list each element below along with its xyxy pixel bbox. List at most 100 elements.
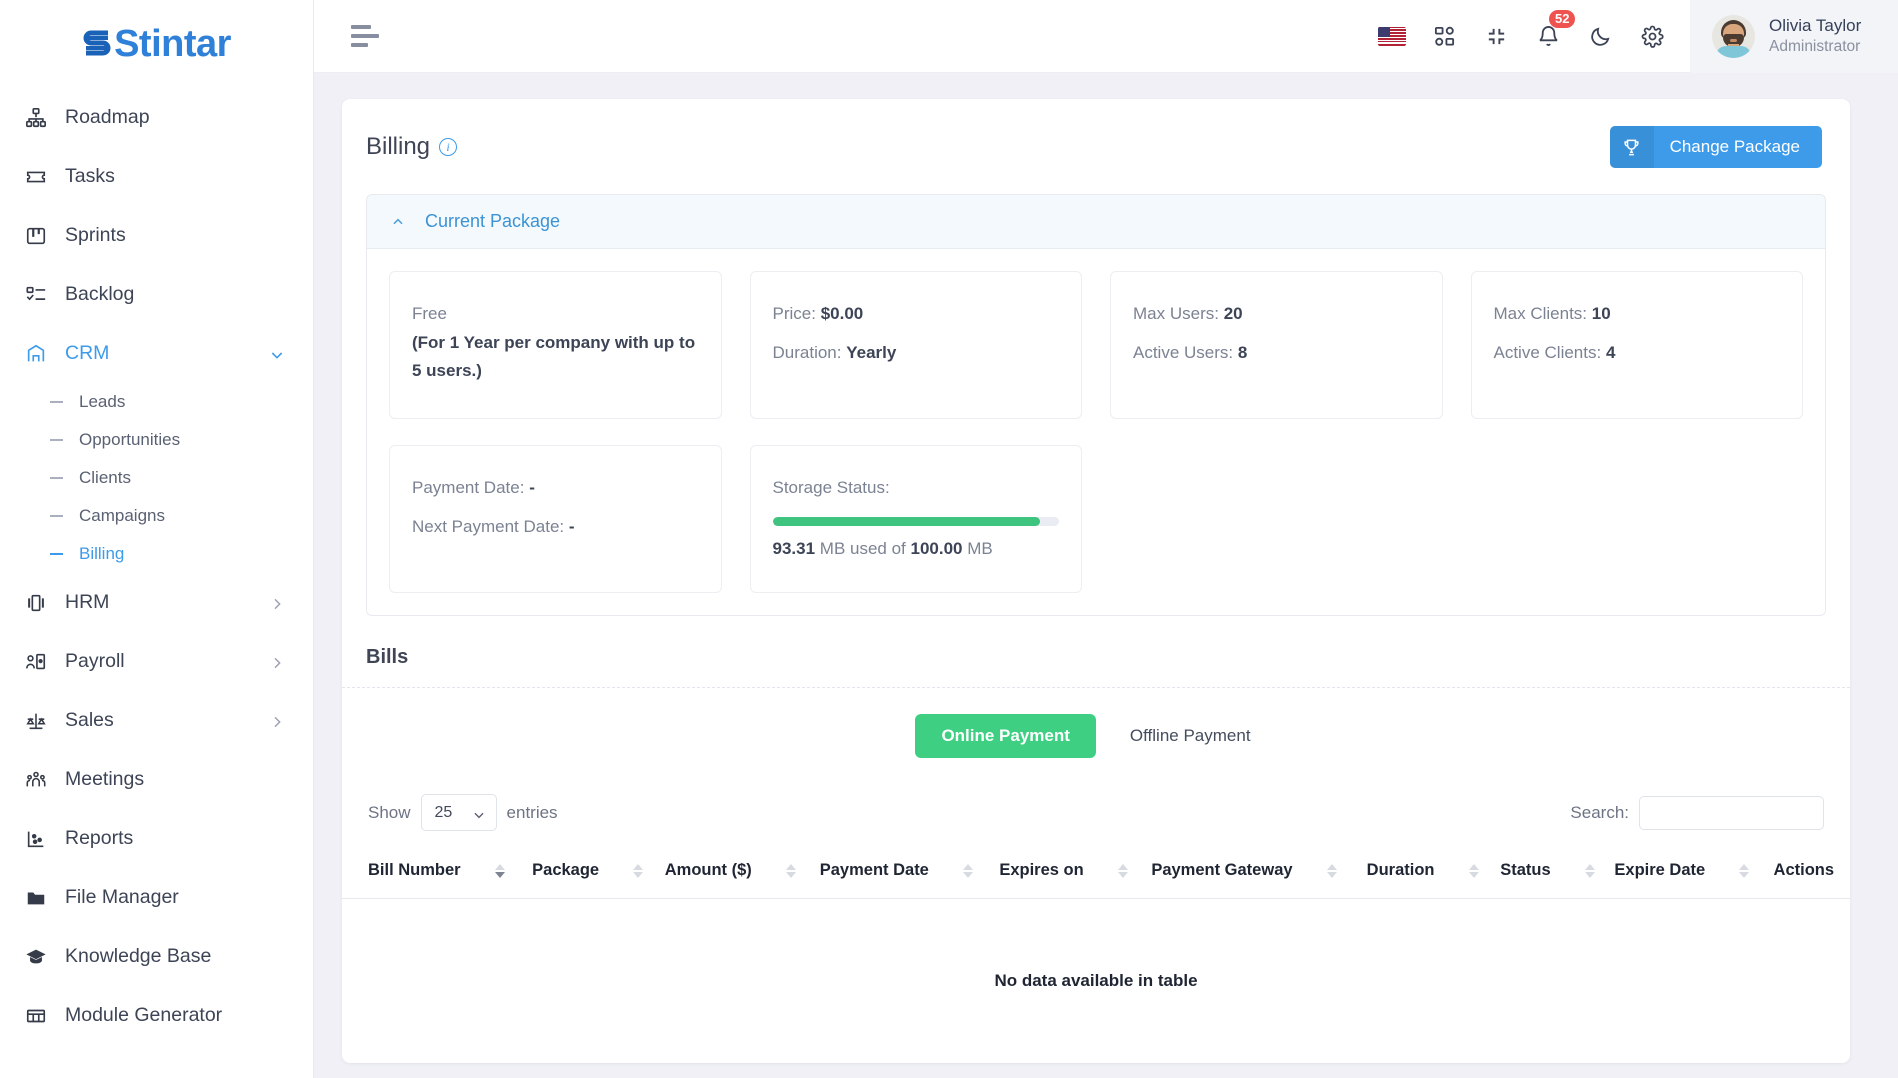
sidebar-subitem-label: Opportunities	[79, 430, 181, 449]
sidebar-item-label: Knowledge Base	[65, 945, 212, 967]
column-bill-number[interactable]: Bill Number	[342, 843, 533, 899]
language-selector[interactable]	[1366, 0, 1418, 73]
sidebar-item-label: File Manager	[65, 886, 179, 908]
sort-icon	[494, 863, 505, 878]
column-duration[interactable]: Duration	[1366, 843, 1501, 899]
tile-spacer	[1471, 445, 1804, 593]
column-payment-gateway[interactable]: Payment Gateway	[1151, 843, 1367, 899]
settings-button[interactable]	[1626, 0, 1678, 73]
active-clients-value: 4	[1605, 343, 1616, 362]
sidebar-subitem-label: Billing	[79, 544, 125, 563]
sidebar-item-knowledge-base[interactable]: Knowledge Base	[0, 927, 313, 986]
page-title: Billing i	[366, 133, 458, 161]
dash-icon	[50, 477, 63, 479]
duration-row: Duration: Yearly	[773, 337, 1060, 368]
sidebar-item-hrm[interactable]: HRM	[0, 573, 313, 632]
column-label: Bill Number	[368, 861, 461, 879]
package-plan-tile: Free (For 1 Year per company with up to …	[389, 271, 722, 419]
tab-offline-payment[interactable]: Offline Payment	[1104, 714, 1277, 758]
brand-logo[interactable]: Stintar	[0, 0, 313, 88]
column-status[interactable]: Status	[1500, 843, 1615, 899]
sidebar-item-file-manager[interactable]: File Manager	[0, 868, 313, 927]
user-role: Administrator	[1769, 38, 1861, 55]
hrm-icon	[24, 591, 48, 615]
column-label: Actions	[1773, 861, 1835, 879]
payment-date-value: -	[529, 478, 535, 497]
sidebar-subitem-campaigns[interactable]: Campaigns	[0, 497, 313, 535]
table-header-row: Bill Number Package Amount ($) Payment D…	[342, 843, 1850, 899]
sidebar-item-sprints[interactable]: Sprints	[0, 206, 313, 265]
info-icon[interactable]: i	[439, 138, 458, 156]
sidebar-item-meetings[interactable]: Meetings	[0, 750, 313, 809]
compress-icon[interactable]	[1470, 0, 1522, 73]
dash-icon	[50, 439, 63, 441]
column-payment-date[interactable]: Payment Date	[819, 843, 1000, 899]
sidebar-subitem-billing[interactable]: Billing	[0, 535, 313, 573]
page-size-select[interactable]: 102550100	[420, 794, 497, 831]
dark-mode-toggle[interactable]	[1574, 0, 1626, 73]
sidebar-item-reports[interactable]: Reports	[0, 809, 313, 868]
crm-icon	[24, 342, 48, 366]
current-package-title: Current Package	[425, 211, 561, 231]
package-tiles-row-1: Free (For 1 Year per company with up to …	[389, 271, 1803, 419]
sidebar-item-backlog[interactable]: Backlog	[0, 265, 313, 324]
sidebar-item-label: Sales	[65, 709, 114, 731]
sidebar-item-crm[interactable]: CRM	[0, 324, 313, 383]
active-clients-label: Active Clients:	[1493, 343, 1602, 362]
sidebar-subitem-opportunities[interactable]: Opportunities	[0, 421, 313, 459]
storage-total-value: 100.00	[910, 539, 963, 558]
search-input[interactable]	[1639, 795, 1824, 830]
sort-icon	[962, 863, 973, 878]
bills-table-head: Bill Number Package Amount ($) Payment D…	[342, 843, 1850, 899]
storage-label: Storage Status:	[772, 478, 890, 497]
current-package-panel: Current Package Free (For 1 Year per com…	[366, 194, 1826, 616]
notifications-button[interactable]: 52	[1522, 0, 1576, 73]
sidebar-subitem-leads[interactable]: Leads	[0, 383, 313, 421]
sidebar-item-label: Module Generator	[65, 1004, 223, 1026]
notifications-badge: 52	[1549, 9, 1576, 28]
user-menu[interactable]: Olivia Taylor Administrator	[1690, 0, 1898, 73]
sidebar-subitem-clients[interactable]: Clients	[0, 459, 313, 497]
sidebar-item-label: Meetings	[65, 768, 145, 790]
billing-card-header: Billing i Change Package	[342, 99, 1850, 194]
storage-used-unit: MB used of	[819, 539, 906, 558]
current-package-header[interactable]: Current Package	[367, 195, 1825, 249]
column-package[interactable]: Package	[532, 843, 665, 899]
brand-name: Stintar	[114, 22, 231, 65]
board-icon	[24, 224, 48, 248]
sidebar-item-payroll[interactable]: Payroll	[0, 632, 313, 691]
sidebar-item-sales[interactable]: Sales	[0, 691, 313, 750]
sidebar-subitem-label: Campaigns	[79, 506, 165, 525]
column-expire-date[interactable]: Expire Date	[1614, 843, 1774, 899]
page-size-select-wrap: 102550100	[420, 794, 497, 831]
grid-apps-icon[interactable]	[1418, 0, 1470, 73]
next-payment-date-row: Next Payment Date: -	[412, 511, 699, 542]
bills-title: Bills	[366, 646, 409, 668]
sidebar-item-tasks[interactable]: Tasks	[0, 147, 313, 206]
duration-label: Duration:	[772, 343, 842, 362]
max-users-label: Max Users:	[1133, 304, 1219, 323]
tab-online-payment[interactable]: Online Payment	[915, 714, 1096, 758]
table-controls: Show 102550100 entries Search:	[342, 782, 1850, 843]
sort-icon	[1468, 863, 1479, 878]
sort-icon	[1584, 863, 1595, 878]
sort-icon	[1739, 863, 1750, 878]
sidebar-item-module-generator[interactable]: Module Generator	[0, 986, 313, 1045]
plan-description: (For 1 Year per company with up to 5 use…	[412, 333, 696, 380]
chevron-down-icon	[269, 346, 285, 362]
hamburger-line	[351, 43, 368, 47]
folder-icon	[24, 886, 48, 910]
price-row: Price: $0.00	[773, 298, 1060, 329]
active-users-row: Active Users: 8	[1133, 337, 1420, 368]
sort-icon	[1117, 863, 1128, 878]
column-expires-on[interactable]: Expires on	[999, 843, 1152, 899]
column-amount[interactable]: Amount ($)	[664, 843, 820, 899]
sidebar-item-roadmap[interactable]: Roadmap	[0, 88, 313, 147]
sitemap-icon	[24, 106, 48, 130]
sidebar: Stintar Roadmap Tasks Sprints Backlog CR…	[0, 0, 314, 1078]
hamburger-icon[interactable]	[351, 25, 381, 47]
sidebar-subitem-label: Clients	[79, 468, 131, 487]
column-label: Expire Date	[1614, 861, 1706, 879]
package-price-tile: Price: $0.00 Duration: Yearly	[749, 271, 1082, 419]
change-package-button[interactable]: Change Package	[1609, 126, 1822, 168]
